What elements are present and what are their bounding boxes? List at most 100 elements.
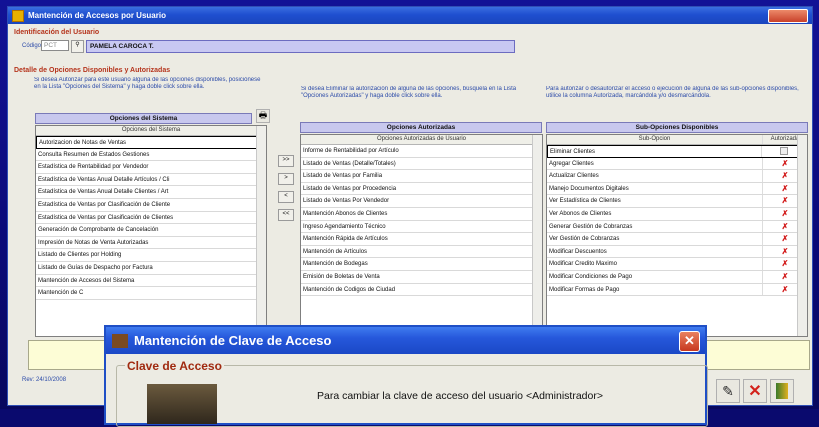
authorized-mark: ✗ <box>781 284 789 294</box>
authorized-option-item[interactable]: Listado de Ventas por Familia <box>301 170 542 183</box>
authorized-mark: ✗ <box>781 183 789 193</box>
edit-icon[interactable]: ✎ <box>716 379 740 403</box>
sub-option-row[interactable]: Ver Estadística de Clientes ✗ <box>547 195 807 208</box>
system-options-list[interactable]: Opciones del Sistema Autorizacion de Not… <box>35 125 267 337</box>
system-option-item[interactable]: Listado de Clientes por Holding <box>36 249 266 262</box>
dialog-titlebar: Mantención de Clave de Acceso <box>106 327 705 354</box>
sub-option-row[interactable]: Agregar Clientes ✗ <box>547 157 807 171</box>
authorized-mark: ✗ <box>781 271 789 281</box>
authorized-options-list[interactable]: Opciones Autorizadas de Usuario Informe … <box>300 134 543 337</box>
system-option-item[interactable]: Listado de Guías de Despacho por Factura <box>36 262 266 275</box>
sub-option-row[interactable]: Modificar Credito Maximo ✗ <box>547 258 807 271</box>
authorized-options-scrollbar[interactable] <box>532 135 542 336</box>
sub-option-label: Ver Gestión de Cobranzas <box>549 236 620 243</box>
cancel-icon[interactable]: ✕ <box>743 379 767 403</box>
sub-option-row[interactable]: Generar Gestión de Cobranzas ✗ <box>547 220 807 234</box>
checkbox-empty <box>780 147 788 156</box>
authorized-option-item[interactable]: Mantención de Codigos de Ciudad <box>301 284 542 297</box>
system-option-item[interactable]: Generación de Comprobante de Cancelación <box>36 224 266 237</box>
sub-option-row[interactable]: Manejo Documentos Digitales ✗ <box>547 182 807 196</box>
sub-option-label: Agregar Clientes <box>549 160 594 167</box>
authorized-option-item[interactable]: Emisión de Boletas de Venta <box>301 271 542 284</box>
sub-option-row[interactable]: Modificar Formas de Pago ✗ <box>547 283 807 297</box>
authorized-option-item[interactable]: Ingreso Agendamiento Técnico <box>301 221 542 234</box>
sub-option-row[interactable]: Modificar Descuentos ✗ <box>547 245 807 259</box>
authorized-option-item[interactable]: Mantención Rápida de Artículos <box>301 233 542 246</box>
authorized-mark: ✗ <box>781 158 789 168</box>
sub-options-column-header: Sub-Opcion Autorizada <box>547 135 807 145</box>
code-input[interactable]: PCT <box>41 40 69 51</box>
system-option-item[interactable]: Autorizacion de Notas de Ventas <box>36 136 266 149</box>
dialog-image <box>147 384 217 424</box>
dialog-app-icon <box>112 333 128 348</box>
authorized-option-item[interactable]: Mantención Abonos de Clientes <box>301 208 542 221</box>
help-text-left: Si desea Autorizar para este usuario alg… <box>34 77 261 90</box>
code-label: Código <box>22 43 42 49</box>
sub-option-row[interactable]: Actualizar Clientes ✗ <box>547 170 807 183</box>
sub-option-column-label: Sub-Opcion <box>638 136 671 142</box>
transfer-button[interactable]: > <box>278 173 294 185</box>
password-group: Clave de Acceso Para cambiar la clave de… <box>116 359 708 427</box>
app-icon <box>12 9 24 22</box>
authorized-option-item[interactable]: Listado de Ventas (Detalle/Totales) <box>301 158 542 171</box>
system-options-header: Opciones del Sistema <box>35 113 252 124</box>
password-dialog: Mantención de Clave de Acceso ✕ Clave de… <box>104 325 708 427</box>
authorized-mark: ✗ <box>781 246 789 256</box>
sub-option-label: Eliminar Clientes <box>550 149 596 155</box>
sub-option-label: Modificar Descuentos <box>549 248 607 255</box>
system-option-item[interactable]: Mantención de Accesos del Sistema <box>36 275 266 288</box>
transfer-button[interactable]: < <box>278 191 294 203</box>
dialog-close-button[interactable]: ✕ <box>679 331 700 352</box>
sub-option-label: Ver Estadística de Clientes <box>549 198 621 205</box>
sub-option-label: Actualizar Clientes <box>549 173 599 180</box>
exit-door-icon[interactable] <box>770 379 794 403</box>
system-option-item[interactable]: Estadística de Ventas por Clasificación … <box>36 212 266 225</box>
system-option-item[interactable]: Impresión de Notas de Venta Autorizadas <box>36 237 266 250</box>
window-controls[interactable] <box>768 9 808 23</box>
authorized-option-item[interactable]: Mantención de Artículos <box>301 246 542 259</box>
authorized-options-column-header: Opciones Autorizadas de Usuario <box>301 135 542 145</box>
print-icon[interactable]: 🖶 <box>256 109 270 123</box>
user-name-field: PAMELA CAROCA T. <box>86 40 515 53</box>
sub-options-header: Sub-Opciones Disponibles <box>546 122 808 133</box>
help-text-right: Para autorizar o desautorizar el acceso … <box>546 86 799 99</box>
system-option-item[interactable]: Mantención de C <box>36 287 266 300</box>
sub-options-scrollbar[interactable] <box>797 135 807 336</box>
dialog-message: Para cambiar la clave de acceso del usua… <box>317 390 603 402</box>
sub-options-grid[interactable]: Sub-Opcion Autorizada Eliminar Clientes A… <box>546 134 808 337</box>
sub-option-row[interactable]: Ver Abonos de Clientes ✗ <box>547 207 807 221</box>
authorized-option-item[interactable]: Listado de Ventas por Procedencia <box>301 183 542 196</box>
authorized-mark: ✗ <box>781 259 789 269</box>
authorized-mark: ✗ <box>781 208 789 218</box>
sub-option-label: Manejo Documentos Digitales <box>549 185 629 192</box>
sub-option-label: Modificar Credito Maximo <box>549 261 618 268</box>
help-text-middle: Si desea Eliminar la autorización de alg… <box>301 86 517 99</box>
authorized-options-header: Opciones Autorizadas <box>300 122 542 133</box>
system-option-item[interactable]: Estadística de Rentabilidad por Vendedor <box>36 161 266 174</box>
sub-option-row[interactable]: Eliminar Clientes <box>547 145 807 158</box>
authorized-mark: ✗ <box>781 234 789 244</box>
system-options-column-header: Opciones del Sistema <box>36 126 266 136</box>
sub-option-row[interactable]: Ver Gestión de Cobranzas ✗ <box>547 233 807 246</box>
revision-label: Rev: 24/10/2008 <box>22 377 67 383</box>
transfer-button[interactable]: >> <box>278 155 294 167</box>
sub-option-row[interactable]: Modificar Condiciones de Pago ✗ <box>547 270 807 284</box>
transfer-button[interactable]: << <box>278 209 294 221</box>
user-section-title: Identificación del Usuario <box>14 29 100 36</box>
sub-option-label: Generar Gestión de Cobranzas <box>549 223 633 230</box>
sub-option-label: Ver Abonos de Clientes <box>549 210 612 217</box>
sub-option-label: Modificar Condiciones de Pago <box>549 273 633 280</box>
main-titlebar: Mantención de Accesos por Usuario <box>8 7 812 24</box>
system-option-item[interactable]: Consulta Resumen de Estados Gestiones <box>36 149 266 162</box>
authorized-option-item[interactable]: Listado de Ventas Por Vendedor <box>301 195 542 208</box>
system-options-scrollbar[interactable] <box>256 126 266 336</box>
system-option-item[interactable]: Estadística de Ventas Anual Detalle Artí… <box>36 174 266 187</box>
authorized-option-item[interactable]: Mantención de Bodegas <box>301 258 542 271</box>
dialog-title: Mantención de Clave de Acceso <box>134 333 332 348</box>
authorized-option-item[interactable]: Informe de Rentabilidad por Artículo <box>301 145 542 158</box>
system-option-item[interactable]: Estadística de Ventas Anual Detalle Clie… <box>36 186 266 199</box>
system-option-item[interactable]: Estadística de Ventas por Clasificación … <box>36 199 266 212</box>
authorized-mark: ✗ <box>781 221 789 231</box>
authorized-mark: ✗ <box>781 171 789 181</box>
search-icon[interactable]: ⚲ <box>71 40 84 53</box>
